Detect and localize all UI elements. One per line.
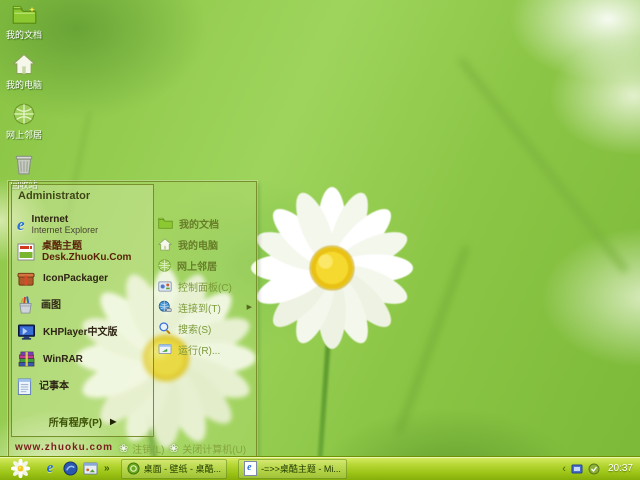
winrar-icon	[17, 351, 36, 368]
menu-item-label: 我的电脑	[178, 237, 218, 252]
start-button[interactable]	[0, 457, 40, 480]
all-programs-label: 所有程序(P)	[49, 414, 102, 429]
khplayer-icon	[17, 324, 36, 341]
menu-item-notepad[interactable]: 记事本	[12, 373, 153, 400]
desktop-icon-label: 我的文档	[2, 30, 46, 40]
all-programs-button[interactable]: 所有程序(P) ▶	[12, 414, 153, 429]
shut-down-button[interactable]: 关闭计算机(U)	[169, 441, 246, 456]
menu-item-network-places[interactable]: 网上邻居	[158, 257, 253, 273]
task-button-label: -=>>桌酷主题 - Mi...	[261, 462, 341, 475]
menu-item-control-panel[interactable]: 控制面板(C)	[158, 278, 253, 294]
quick-launch-bar: e »	[42, 461, 110, 477]
menu-item-label: 网上邻居	[177, 258, 217, 273]
start-menu: Administrator e Internet Internet Explor…	[8, 181, 257, 459]
menu-item-zhuoku-theme[interactable]: 桌酷主题Desk.ZhuoKu.Com	[12, 238, 153, 265]
tray-app-icon[interactable]	[571, 463, 583, 475]
shut-down-flower-icon	[169, 442, 178, 455]
log-off-flower-icon	[119, 442, 128, 455]
menu-item-label: 桌酷主题Desk.ZhuoKu.Com	[42, 241, 153, 263]
log-off-label: 注销(L)	[132, 441, 164, 456]
menu-item-label: 运行(R)...	[178, 342, 220, 357]
menu-item-internet-explorer[interactable]: e Internet Internet Explorer	[12, 211, 153, 238]
quick-launch-show-desktop[interactable]	[82, 461, 98, 477]
notepad-icon	[17, 377, 32, 396]
recycle-bin-icon	[14, 153, 34, 179]
system-places-list: 我的文档 我的电脑 网上邻居 控制面板(C)	[158, 215, 253, 362]
control-panel-icon	[158, 280, 172, 293]
desktop-window-icon	[83, 462, 98, 475]
desktop-screen: 我的文档 我的电脑 网上邻居 回收站 Administrator	[0, 0, 640, 480]
tray-collapse-chevron[interactable]: ‹	[562, 463, 566, 475]
my-computer-icon	[12, 53, 36, 79]
shut-down-label: 关闭计算机(U)	[182, 441, 246, 456]
system-tray: ‹ 20:37	[562, 463, 640, 475]
desktop-icon-my-documents[interactable]: 我的文档	[2, 4, 46, 40]
menu-item-label: WinRAR	[43, 354, 83, 365]
paint-icon	[17, 296, 34, 315]
taskbar-task-zhuoku-browser[interactable]: -=>>桌酷主题 - Mi...	[238, 459, 347, 479]
menu-item-sublabel: Internet Explorer	[32, 225, 99, 235]
internet-explorer-icon: e	[47, 461, 54, 476]
menu-item-label: 我的文档	[179, 216, 219, 231]
iconpackager-icon	[17, 270, 36, 287]
quick-launch-internet-explorer[interactable]: e	[42, 461, 58, 477]
media-player-icon	[63, 461, 78, 476]
desktop-icon-label: 我的电脑	[2, 80, 46, 90]
menu-item-iconpackager[interactable]: IconPackager	[12, 265, 153, 292]
start-menu-programs-panel: Administrator e Internet Internet Explor…	[11, 184, 154, 437]
my-documents-folder-icon	[12, 4, 37, 30]
quick-launch-media-player[interactable]	[62, 461, 78, 477]
desktop-icon-label: 网上邻居	[2, 130, 46, 140]
pinned-programs-list: e Internet Internet Explorer 桌酷主题Desk.Zh…	[12, 211, 153, 400]
chevron-right-icon: ▶	[110, 417, 116, 426]
menu-item-label: IconPackager	[43, 273, 108, 284]
search-icon	[158, 321, 172, 335]
desktop-icon-my-computer[interactable]: 我的电脑	[2, 53, 46, 90]
start-menu-footer: www.zhuoku.com 注销(L) 关闭计算机(U)	[9, 438, 256, 458]
taskbar-clock: 20:37	[608, 463, 633, 474]
network-places-icon	[13, 103, 35, 129]
log-off-button[interactable]: 注销(L)	[119, 441, 164, 456]
connect-to-icon	[158, 300, 172, 314]
chevron-right-icon: ▶	[247, 303, 253, 311]
task-button-label: 桌面 - 壁纸 - 桌酷...	[144, 462, 222, 475]
my-documents-folder-icon	[158, 217, 173, 229]
desktop-icon-column: 我的文档 我的电脑 网上邻居 回收站	[2, 4, 46, 203]
start-menu-username: Administrator	[18, 190, 90, 202]
network-places-icon	[158, 259, 171, 272]
quick-launch-overflow-chevron[interactable]: »	[104, 463, 110, 474]
zhuoku-theme-icon	[17, 243, 35, 261]
menu-item-label: KHPlayer中文版	[43, 327, 117, 338]
start-daisy-icon	[11, 459, 30, 478]
internet-explorer-document-icon	[244, 461, 257, 476]
zhuoku-website-link[interactable]: www.zhuoku.com	[15, 442, 113, 453]
menu-item-run[interactable]: 运行(R)...	[158, 341, 253, 357]
taskbar: e » 桌面 - 壁纸 - 桌酷... -=>>桌酷主题 - Mi... ‹ 2…	[0, 456, 640, 480]
menu-item-label: Internet	[32, 214, 69, 225]
wallpaper-app-icon	[127, 462, 140, 475]
my-computer-icon	[158, 238, 172, 251]
menu-item-label: 记事本	[39, 381, 69, 392]
menu-item-label: 搜索(S)	[178, 321, 211, 336]
menu-item-connect-to[interactable]: 连接到(T) ▶	[158, 299, 253, 315]
menu-item-label: 连接到(T)	[178, 300, 221, 315]
menu-item-my-documents[interactable]: 我的文档	[158, 215, 253, 231]
menu-item-khplayer[interactable]: KHPlayer中文版	[12, 319, 153, 346]
menu-item-paint[interactable]: 画图	[12, 292, 153, 319]
menu-item-search[interactable]: 搜索(S)	[158, 320, 253, 336]
menu-item-my-computer[interactable]: 我的电脑	[158, 236, 253, 252]
run-icon	[158, 343, 172, 355]
tray-status-icon[interactable]	[588, 463, 600, 475]
daisy-flower-large	[251, 187, 413, 349]
menu-item-winrar[interactable]: WinRAR	[12, 346, 153, 373]
desktop-icon-network-places[interactable]: 网上邻居	[2, 103, 46, 140]
taskbar-task-wallpaper[interactable]: 桌面 - 壁纸 - 桌酷...	[121, 459, 228, 479]
menu-item-label: 画图	[41, 300, 61, 311]
internet-explorer-icon: e	[17, 217, 25, 232]
menu-item-label: 控制面板(C)	[178, 279, 232, 294]
